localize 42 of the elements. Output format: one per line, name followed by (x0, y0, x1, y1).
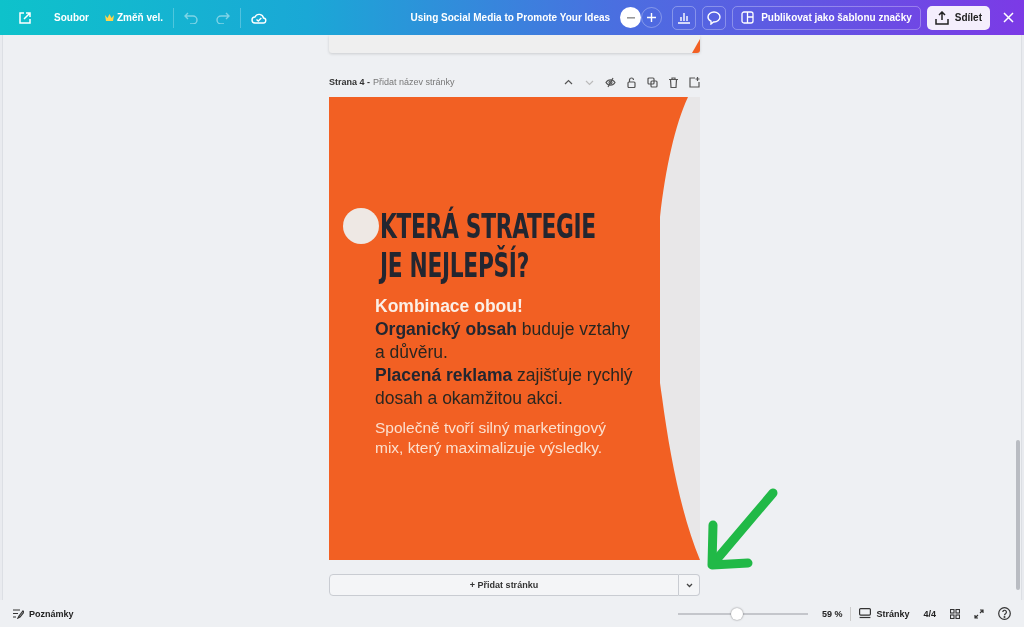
comment-icon[interactable] (707, 10, 722, 25)
copy-icon[interactable] (647, 76, 658, 88)
add-page-icon[interactable] (689, 76, 700, 88)
eye-slash-icon[interactable] (605, 76, 616, 88)
crown-icon (105, 13, 114, 22)
zoom-reading: 59 % (821, 608, 843, 619)
page-label: Strana 4 - (329, 77, 370, 87)
slide-note: Společně tvoří silný marketingový mix, který maximalizuje výsledky. (375, 418, 607, 458)
slide-paragraph: Placená reklama zajišťuje rychlý dosah a okamžitou akci. (375, 364, 634, 410)
scrollbar-thumb[interactable] (1016, 440, 1020, 590)
comment-button[interactable] (702, 5, 727, 30)
add-page-button[interactable]: + Přidat stránku (329, 574, 679, 596)
help-icon[interactable] (998, 607, 1011, 620)
close-icon[interactable] (1003, 12, 1014, 23)
slide-heading: JE NEJLEPŠÍ? (380, 246, 529, 285)
grid-view-icon[interactable] (950, 608, 960, 619)
share-button[interactable]: Sdílet (926, 5, 990, 30)
bar-chart-icon[interactable] (677, 11, 692, 24)
page-count: 4/4 (923, 608, 936, 619)
slider-thumb[interactable] (731, 607, 744, 620)
template-icon (741, 11, 755, 24)
circle-shape (343, 208, 379, 244)
lock-icon[interactable] (626, 76, 637, 88)
minus-icon (626, 16, 635, 19)
fullscreen-icon[interactable] (974, 608, 984, 619)
notes-button[interactable]: Poznámky (13, 608, 74, 619)
slide-heading: KTERÁ STRATEGIE (380, 207, 596, 246)
insights-button[interactable] (672, 5, 697, 30)
publish-template-button[interactable]: Publikovat jako šablonu značky (732, 5, 921, 30)
slide-subheading: Kombinace obou! (375, 295, 524, 318)
pages-icon (859, 608, 872, 619)
slide-paragraph: Organický obsah buduje vztahy a důvěru. (375, 318, 631, 364)
caret-icon (685, 582, 693, 588)
pages-button[interactable]: Stránky (859, 608, 910, 619)
plus-icon (647, 13, 657, 22)
document-title: Using Social Media to Promote Your Ideas (410, 12, 611, 23)
zoom-out-button[interactable] (620, 7, 642, 28)
cloud-check-icon[interactable] (251, 11, 268, 24)
upload-icon (934, 10, 949, 25)
notes-icon (13, 608, 24, 619)
page-title-field[interactable]: Přidat název stránky (373, 77, 455, 87)
trash-icon[interactable] (668, 76, 679, 88)
